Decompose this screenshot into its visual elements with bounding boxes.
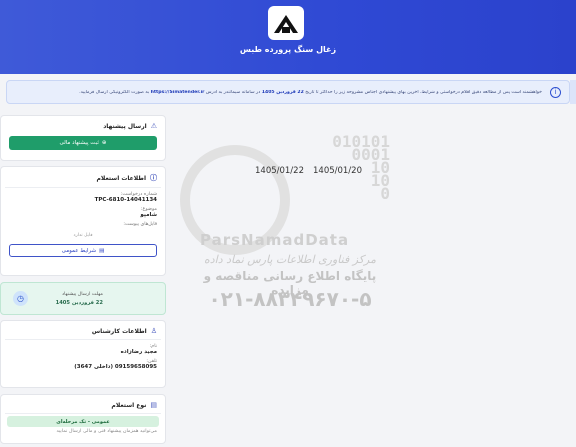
- user-icon: ♙: [150, 327, 157, 335]
- subject-value: شامپو: [140, 212, 157, 218]
- clock-icon: ◷: [13, 291, 28, 306]
- expert-info-title: ♙ اطلاعات کارشناس: [1, 321, 165, 339]
- send-offer-title-text: ارسال پیشنهاد: [103, 122, 147, 130]
- watermark-phone: ۰۲۱-۸۸۳۴۹۶۷۰-۵: [208, 287, 372, 311]
- inquiry-info-title-text: اطلاعات استعلام: [96, 174, 146, 182]
- deadline-value: 22 فروردین 1405: [55, 300, 103, 306]
- watermark-line2: پایگاه اطلاع رسانی مناقصه و مزایده: [203, 269, 377, 297]
- info-circle-icon: ⓘ: [150, 174, 157, 182]
- document-icon: ▤: [150, 401, 157, 409]
- document-icon: ▤: [99, 247, 105, 254]
- inquiry-type-card: ▤ نوع استعلام عمومی - تک مرحله‌ای می‌توا…: [0, 394, 166, 444]
- expert-info-title-text: اطلاعات کارشناس: [91, 327, 147, 335]
- plus-circle-icon: ⊕: [101, 140, 107, 146]
- expert-name: مجید رضازاده: [120, 349, 157, 355]
- send-offer-card: ⚠ ارسال پیشنهاد ⊕ ثبت پیشنهاد مالی: [0, 115, 166, 161]
- start-date: 1405/01/20: [313, 166, 362, 176]
- send-offer-title: ⚠ ارسال پیشنهاد: [1, 116, 165, 134]
- notice-bar: i خواهشمند است پس از مطالعه دقیق اقلام د…: [6, 80, 570, 104]
- end-date: 1405/01/22: [255, 166, 304, 176]
- mine-icon: [274, 15, 298, 33]
- watermark-line1: مرکز فناوری اطلاعات پارس نماد داده: [204, 253, 376, 266]
- watermark: 010101 0001 10 10 0 ParsNamadData مرکز ف…: [180, 132, 390, 320]
- watermark-digit-row: 0001: [351, 145, 390, 164]
- divider: [5, 413, 161, 414]
- deadline-label: مهلت ارسال پیشنهاد: [61, 292, 103, 297]
- general-terms-label: شرایط عمومی: [61, 247, 97, 254]
- deadline-card: ◷ مهلت ارسال پیشنهاد 22 فروردین 1405: [0, 282, 166, 315]
- submit-financial-offer-label: ثبت پیشنهاد مالی: [59, 140, 99, 146]
- brand-name: زغال سنگ پرورده طبس: [239, 45, 337, 54]
- divider: [5, 187, 161, 188]
- watermark-emblem: [180, 145, 290, 255]
- request-number: TPC-6810-14041134: [94, 197, 157, 203]
- notice-deadline: 22 فروردین 1405: [261, 89, 304, 95]
- watermark-digit-row: 0: [380, 184, 390, 203]
- expert-info-card: ♙ اطلاعات کارشناس نام: مجید رضازاده تلفن…: [0, 320, 166, 388]
- notice-text: خواهشمند است پس از مطالعه دقیق اقلام درخ…: [79, 90, 542, 95]
- no-attachment-text: فایل ندارد: [73, 233, 93, 238]
- submit-financial-offer-button[interactable]: ⊕ ثبت پیشنهاد مالی: [9, 136, 157, 150]
- company-logo: [268, 6, 304, 40]
- watermark-digit-row: 010101: [332, 132, 390, 151]
- inquiry-type-badge: عمومی - تک مرحله‌ای: [7, 416, 159, 427]
- inquiry-type-title: ▤ نوع استعلام: [1, 395, 165, 413]
- general-terms-button[interactable]: ▤ شرایط عمومی: [9, 244, 157, 257]
- attachments-label: فایل‌های پیوست:: [123, 222, 157, 227]
- header: زغال سنگ پرورده طبس: [0, 0, 576, 74]
- warning-icon: ⚠: [150, 122, 157, 130]
- inquiry-type-description: می‌توانید همزمان پیشنهاد فنی و مالی ارسا…: [56, 429, 157, 434]
- notice-middle: در سامانه سیماتندر به آدرس: [205, 89, 261, 95]
- divider: [5, 339, 161, 340]
- info-icon: i: [550, 86, 561, 98]
- inquiry-type-title-text: نوع استعلام: [111, 401, 147, 409]
- watermark-name: ParsNamadData: [200, 231, 350, 249]
- page-edge: [570, 80, 576, 104]
- expert-phone: 09159658095 (داخلی 3647): [74, 364, 157, 370]
- inquiry-info-title: ⓘ اطلاعات استعلام: [1, 167, 165, 187]
- notice-prefix: خواهشمند است پس از مطالعه دقیق اقلام درخ…: [305, 89, 542, 95]
- inquiry-info-card: ⓘ اطلاعات استعلام شماره درخواست: TPC-681…: [0, 166, 166, 276]
- notice-site-link[interactable]: https://Simatender.ir: [151, 90, 205, 95]
- notice-suffix: به صورت الکترونیکی ارسال فرمایید.: [79, 89, 150, 95]
